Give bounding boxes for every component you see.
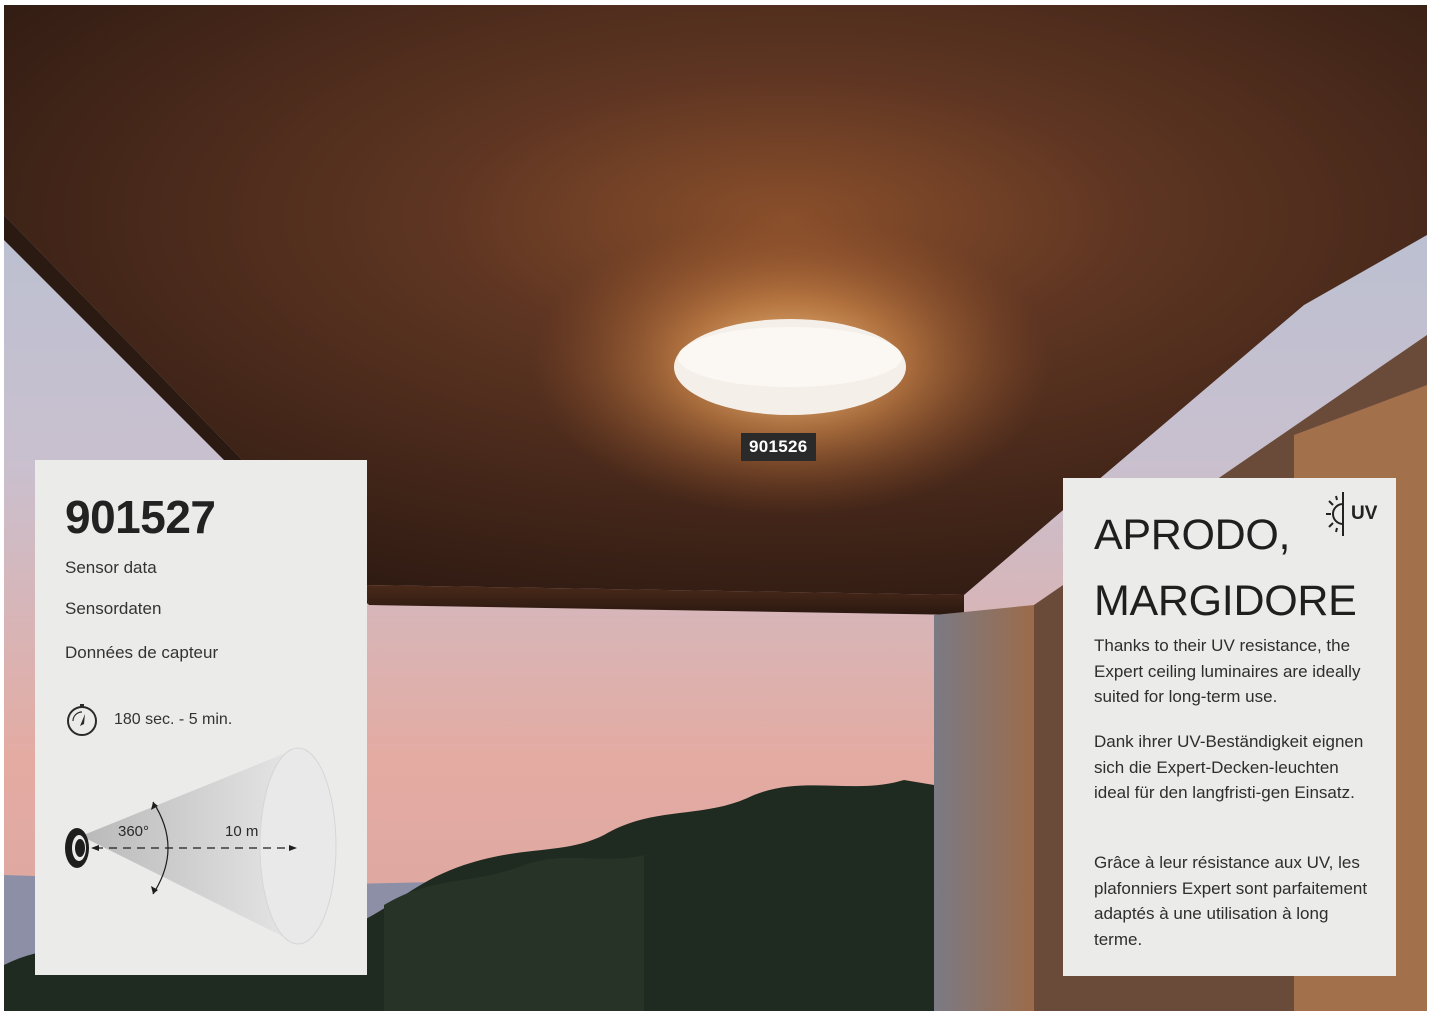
product-info-card: APRODO, MARGIDORE UV Thanks to their UV … bbox=[1063, 478, 1396, 976]
motion-sensor-icon bbox=[65, 828, 89, 868]
description-en: Thanks to their UV resistance, the Exper… bbox=[1094, 636, 1361, 706]
product-title-line1: APRODO, bbox=[1094, 511, 1291, 559]
sensor-data-label-fr: Données de capteur bbox=[65, 643, 219, 662]
sensor-data-card: 901527 Sensor data Sensordaten Données d… bbox=[35, 460, 367, 975]
uv-sun-icon bbox=[1326, 492, 1344, 536]
uv-badge: UV bbox=[1323, 490, 1377, 538]
sensor-detection-diagram: 360° 10 m bbox=[65, 747, 337, 945]
sensor-data-label-en: Sensor data bbox=[65, 558, 157, 577]
description-fr: Grâce à leur résistance aux UV, les plaf… bbox=[1094, 853, 1368, 949]
sensor-data-label-de: Sensordaten bbox=[65, 599, 162, 618]
uv-label: UV bbox=[1351, 503, 1378, 524]
lamp-article-label: 901526 bbox=[741, 433, 816, 461]
timer-range: 180 sec. - 5 min. bbox=[114, 711, 233, 728]
stopwatch-icon bbox=[67, 704, 97, 736]
article-number: 901527 bbox=[65, 491, 216, 543]
description-de: Dank ihrer UV-Beständigkeit eignen sich … bbox=[1094, 732, 1364, 802]
timer-row: 180 sec. - 5 min. bbox=[65, 703, 232, 737]
detection-range: 10 m bbox=[225, 823, 258, 840]
product-title: APRODO, MARGIDORE bbox=[1094, 502, 1357, 634]
detection-angle: 360° bbox=[118, 823, 149, 840]
product-title-line2: MARGIDORE bbox=[1094, 577, 1357, 625]
